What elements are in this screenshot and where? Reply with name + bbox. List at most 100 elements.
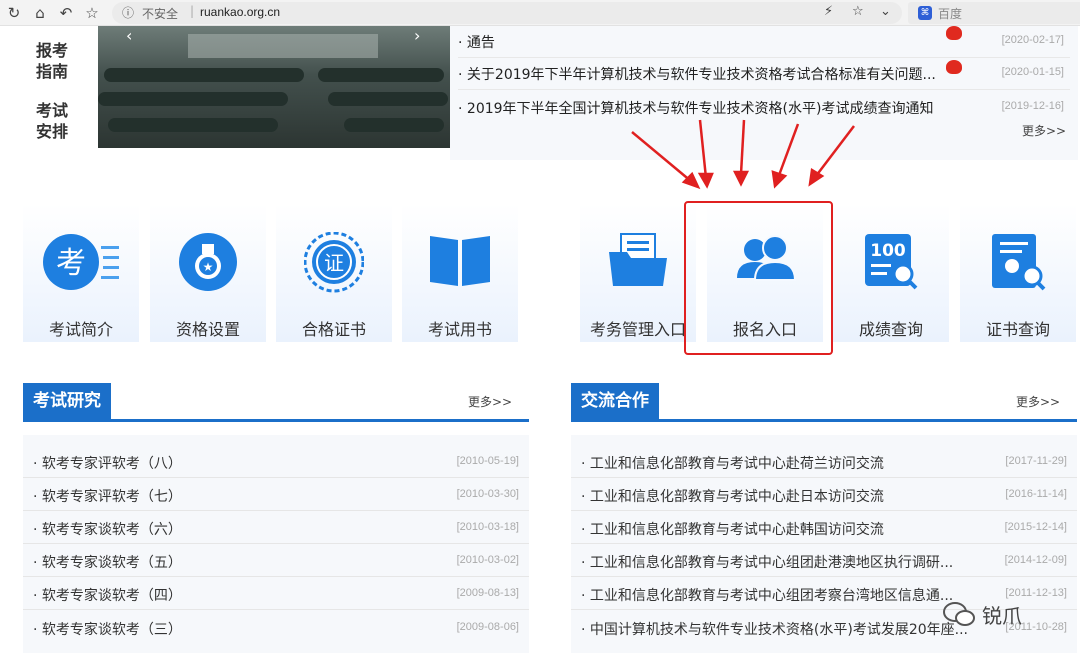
list-item-title[interactable]: · 软考专家评软考（七） <box>33 486 182 506</box>
notice-row[interactable]: · 关于2019年下半年计算机技术与软件专业技术资格考试合格标准有关问题... … <box>458 58 1070 90</box>
search-box[interactable]: ⌘ 百度 <box>908 2 1080 24</box>
tile-exam-admin[interactable]: 考务管理入口 <box>580 204 696 342</box>
watermark-text: 锐爪 <box>982 603 1022 628</box>
info-icon[interactable]: ⓘ <box>122 4 134 21</box>
carousel-image-stage <box>188 34 378 58</box>
tile-exam-intro[interactable]: 考 考试简介 <box>23 204 139 342</box>
url-separator: | <box>190 4 195 18</box>
home-icon[interactable]: ⌂ <box>30 3 50 23</box>
carousel-prev-icon[interactable]: ‹ <box>126 26 132 45</box>
back-icon[interactable]: ↶ <box>56 3 76 23</box>
section-divider <box>23 419 529 422</box>
svg-text:考: 考 <box>56 246 86 281</box>
list-item-title[interactable]: · 软考专家谈软考（三） <box>33 619 182 639</box>
tile-certificate[interactable]: 证 合格证书 <box>276 204 392 342</box>
score-search-icon: 100 <box>865 234 918 290</box>
baidu-icon: ⌘ <box>918 6 932 20</box>
list-item-date: [2010-03-02] <box>456 554 519 566</box>
arrow-line <box>631 131 693 183</box>
tile-label: 证书查询 <box>985 320 1050 339</box>
carousel-image-row <box>98 92 288 106</box>
tile-certificate-query[interactable]: 证书查询 <box>960 204 1076 342</box>
list-item-title[interactable]: · 软考专家谈软考（六） <box>33 519 182 539</box>
list-item-date: [2010-05-19] <box>456 455 519 467</box>
section-divider <box>571 419 1077 422</box>
carousel-next-icon[interactable]: › <box>414 26 420 45</box>
notice-title[interactable]: · 通告 <box>458 32 495 52</box>
url-text[interactable]: ruankao.org.cn <box>200 5 280 19</box>
notice-date: [2019-12-16] <box>1001 100 1064 112</box>
bookmark-star-icon[interactable]: ☆ <box>82 3 102 23</box>
qualification-medal-icon: ★ <box>179 233 237 291</box>
cooperation-more-link[interactable]: 更多>> <box>1016 393 1060 410</box>
svg-text:★: ★ <box>203 260 214 274</box>
notice-row[interactable]: · 通告 [2020-02-17] <box>458 26 1070 58</box>
carousel-image-row <box>108 118 278 132</box>
list-item[interactable]: · 工业和信息化部教育与考试中心赴日本访问交流 [2016-11-14] <box>571 478 1077 511</box>
tile-label: 资格设置 <box>175 320 240 339</box>
security-label: 不安全 <box>142 7 179 21</box>
list-item[interactable]: · 软考专家评软考（八） [2010-05-19] <box>23 445 529 478</box>
list-item-title[interactable]: · 软考专家谈软考（五） <box>33 552 182 572</box>
side-nav-item-guide[interactable]: 报考指南 <box>30 40 74 82</box>
tile-qualification[interactable]: ★ 资格设置 <box>150 204 266 342</box>
list-item-date: [2017-11-29] <box>1005 455 1067 467</box>
notice-date: [2020-01-15] <box>1001 66 1064 78</box>
list-item[interactable]: · 工业和信息化部教育与考试中心赴荷兰访问交流 [2017-11-29] <box>571 445 1077 478</box>
list-item[interactable]: · 软考专家谈软考（六） [2010-03-18] <box>23 511 529 544</box>
browser-toolbar: ↻ ⌂ ↶ ☆ ⓘ 不安全 | ruankao.org.cn ⚡ ☆ ⌄ ⌘ 百… <box>0 0 1080 26</box>
chevron-down-icon[interactable]: ⌄ <box>880 4 891 19</box>
carousel-image-row <box>344 118 444 132</box>
side-nav: 报考指南 考试安排 <box>30 40 82 160</box>
list-item[interactable]: · 软考专家谈软考（三） [2009-08-06] <box>23 611 529 644</box>
tile-exam-books[interactable]: 考试用书 <box>402 204 518 342</box>
notice-title[interactable]: · 关于2019年下半年计算机技术与软件专业技术资格考试合格标准有关问题... <box>458 64 936 84</box>
section-title: 交流合作 <box>571 383 659 419</box>
list-item[interactable]: · 软考专家谈软考（四） [2009-08-13] <box>23 577 529 610</box>
arrow-line <box>776 123 800 179</box>
list-item[interactable]: · 软考专家谈软考（五） [2010-03-02] <box>23 544 529 577</box>
folder-document-icon <box>609 233 667 286</box>
research-more-link[interactable]: 更多>> <box>468 393 512 410</box>
arrow-head <box>771 170 788 189</box>
list-item-title[interactable]: · 工业和信息化部教育与考试中心组团考察台湾地区信息通... <box>581 585 953 605</box>
arrow-head <box>697 172 714 189</box>
list-item-date: [2009-08-13] <box>456 587 519 599</box>
list-item-title[interactable]: · 中国计算机技术与软件专业技术资格(水平)考试发展20年座... <box>581 619 968 639</box>
notice-date: [2020-02-17] <box>1001 34 1064 46</box>
research-list: · 软考专家评软考（八） [2010-05-19] · 软考专家评软考（七） [… <box>23 435 529 653</box>
tile-label: 合格证书 <box>301 320 366 339</box>
list-item[interactable]: · 工业和信息化部教育与考试中心赴韩国访问交流 [2015-12-14] <box>571 511 1077 544</box>
wechat-icon <box>943 602 975 626</box>
list-item-title[interactable]: · 软考专家评软考（八） <box>33 453 182 473</box>
list-item-title[interactable]: · 工业和信息化部教育与考试中心赴韩国访问交流 <box>581 519 884 539</box>
book-icon <box>430 236 490 286</box>
tile-label: 考试简介 <box>48 320 113 339</box>
list-item-date: [2010-03-18] <box>456 521 519 533</box>
carousel-image-row <box>318 68 444 82</box>
tile-score-query[interactable]: 100 成绩查询 <box>833 204 949 342</box>
carousel-image-row <box>328 92 448 106</box>
list-item-title[interactable]: · 工业和信息化部教育与考试中心组团赴港澳地区执行调研... <box>581 552 953 572</box>
notices-more-link[interactable]: 更多>> <box>1022 122 1066 139</box>
tile-label: 考试用书 <box>427 320 492 339</box>
list-item-title[interactable]: · 软考专家谈软考（四） <box>33 585 182 605</box>
arrow-head <box>732 170 750 187</box>
new-badge-icon <box>946 60 962 74</box>
list-item-title[interactable]: · 工业和信息化部教育与考试中心赴日本访问交流 <box>581 486 884 506</box>
bookmark-star-icon[interactable]: ☆ <box>852 4 864 19</box>
list-item[interactable]: · 工业和信息化部教育与考试中心组团赴港澳地区执行调研... [2014-12-… <box>571 544 1077 577</box>
list-item-date: [2015-12-14] <box>1004 521 1067 533</box>
registration-highlight-box <box>684 201 833 355</box>
side-nav-item-schedule[interactable]: 考试安排 <box>30 100 74 142</box>
section-title: 考试研究 <box>23 383 111 419</box>
list-item[interactable]: · 软考专家评软考（七） [2010-03-30] <box>23 478 529 511</box>
lightning-icon[interactable]: ⚡ <box>824 4 833 19</box>
list-item-title[interactable]: · 工业和信息化部教育与考试中心赴荷兰访问交流 <box>581 453 884 473</box>
address-bar[interactable]: ⓘ 不安全 | ruankao.org.cn ⚡ ☆ ⌄ <box>112 2 902 24</box>
reload-icon[interactable]: ↻ <box>4 3 24 23</box>
wechat-watermark: 锐爪 <box>942 594 1022 634</box>
news-carousel[interactable]: ‹ › <box>98 26 450 148</box>
certificate-seal-icon: 证 <box>304 232 364 293</box>
certificate-search-icon <box>992 234 1046 291</box>
